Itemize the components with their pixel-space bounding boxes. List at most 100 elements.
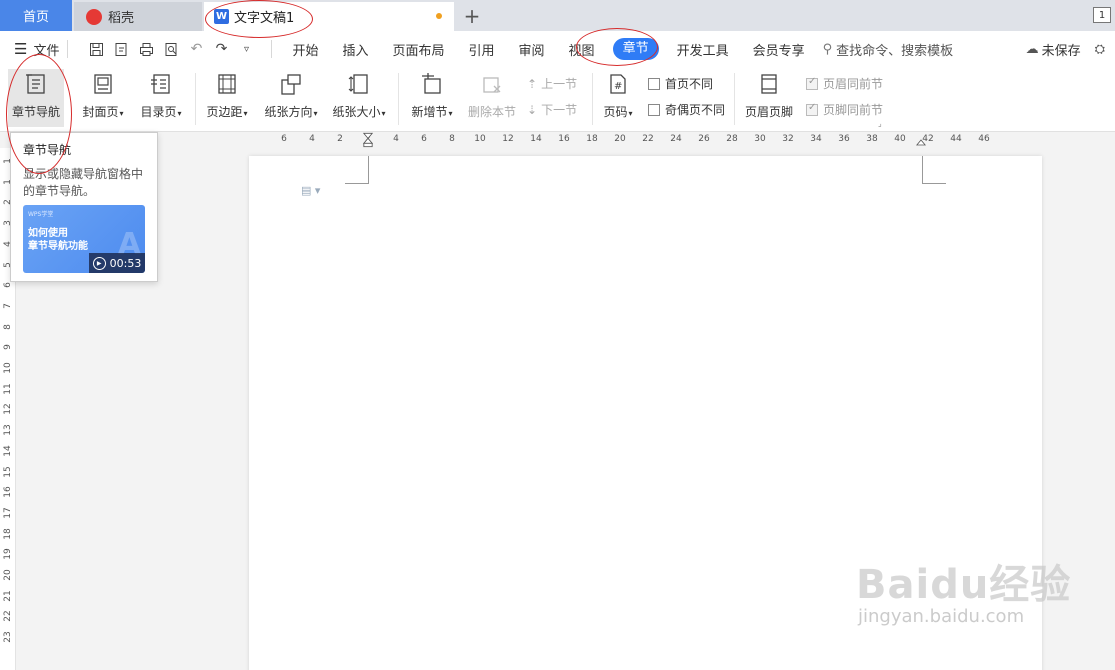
chevron-down-icon: ▾ bbox=[381, 109, 386, 118]
chapter-nav-tooltip: 章节导航 显示或隐藏导航窗格中的章节导航。 WPS学堂 如何使用 章节导航功能 … bbox=[10, 132, 158, 282]
file-menu-button[interactable]: ☰ 文件 bbox=[14, 40, 59, 59]
cover-page-button[interactable]: 封面页▾ bbox=[78, 69, 128, 127]
page-number-button[interactable]: # 页码▾ bbox=[598, 69, 638, 127]
cover-page-icon bbox=[90, 71, 116, 97]
ruler-tick-label: 19 bbox=[3, 548, 13, 561]
save-icon[interactable] bbox=[88, 41, 104, 57]
checkbox-box bbox=[806, 76, 818, 90]
header-footer-label: 页眉页脚 bbox=[744, 105, 793, 119]
divider bbox=[398, 73, 399, 125]
delete-section-button[interactable]: 删除本节 bbox=[464, 69, 520, 127]
right-indent-marker[interactable] bbox=[916, 132, 926, 148]
tab-references[interactable]: 引用 bbox=[457, 40, 507, 59]
tab-home[interactable]: 首页 bbox=[0, 0, 72, 31]
daoke-logo-icon bbox=[86, 8, 102, 25]
add-tab-button[interactable]: + bbox=[460, 4, 484, 28]
ruler-tick-label: 2 bbox=[337, 134, 343, 144]
header-footer-icon bbox=[756, 71, 782, 97]
checkbox-box bbox=[806, 102, 818, 116]
undo-icon[interactable]: ↶ bbox=[188, 41, 204, 57]
ruler-tick-label: 40 bbox=[894, 134, 906, 144]
chevron-down-icon: ▾ bbox=[119, 109, 124, 118]
new-section-button[interactable]: 新增节▾ bbox=[406, 69, 458, 127]
window-count-indicator[interactable]: 1 bbox=[1093, 7, 1111, 23]
first-line-indent-marker[interactable] bbox=[363, 132, 373, 148]
ruler-tick-label: 14 bbox=[530, 134, 542, 144]
prev-section-icon: ⇡ bbox=[527, 76, 538, 91]
print-icon[interactable] bbox=[138, 41, 154, 57]
cloud-save-status[interactable]: ☁ 未保存 bbox=[1026, 40, 1081, 59]
ruler-tick-label: 26 bbox=[698, 134, 710, 144]
tab-insert[interactable]: 插入 bbox=[330, 40, 380, 59]
ruler-tick-label: 23 bbox=[3, 631, 13, 643]
margins-label: 页边距 bbox=[206, 105, 243, 119]
cloud-icon: ☁ bbox=[1025, 41, 1039, 57]
search-placeholder: 查找命令、搜索模板 bbox=[836, 43, 954, 59]
customize-toolbar-icon[interactable]: ▿ bbox=[238, 41, 254, 57]
chapter-nav-icon bbox=[23, 71, 49, 97]
ruler-tick-label: 46 bbox=[978, 134, 990, 144]
ruler-tick-label: 10 bbox=[3, 362, 13, 374]
tab-member[interactable]: 会员专享 bbox=[741, 40, 817, 59]
ruler-tick-label: 22 bbox=[3, 610, 13, 623]
ruler-tick-label: 22 bbox=[642, 134, 654, 144]
dialog-launcher-icon[interactable]: ⌟ bbox=[878, 119, 882, 128]
paper-size-button[interactable]: 纸张大小▾ bbox=[328, 69, 390, 127]
svg-text:#: # bbox=[614, 81, 622, 92]
header-same-as-prev-checkbox[interactable]: 页眉同前节 bbox=[806, 75, 883, 92]
toc-page-button[interactable]: 目录页▾ bbox=[136, 69, 186, 127]
search-icon: ⚲ bbox=[822, 41, 833, 57]
tab-chapter[interactable]: 章节 bbox=[612, 38, 659, 60]
share-icon[interactable]: ⛭ bbox=[1095, 42, 1105, 57]
chevron-down-icon: ▾ bbox=[628, 109, 633, 118]
tab-page-layout[interactable]: 页面布局 bbox=[381, 40, 457, 59]
tutorial-video-thumbnail[interactable]: WPS学堂 如何使用 章节导航功能 A ▶ 00:53 bbox=[23, 205, 145, 273]
export-pdf-icon[interactable] bbox=[113, 41, 129, 57]
command-search[interactable]: ⚲ 查找命令、搜索模板 bbox=[823, 40, 954, 59]
tooltip-title: 章节导航 bbox=[23, 143, 72, 157]
first-page-diff-checkbox[interactable]: 首页不同 bbox=[648, 75, 713, 92]
crop-mark-top-left bbox=[345, 156, 369, 184]
ruler-tick-label: 30 bbox=[754, 134, 766, 144]
ruler-tick-label: 12 bbox=[3, 403, 13, 416]
checkbox-box bbox=[648, 103, 660, 116]
menu-tabs: 开始 插入 页面布局 引用 审阅 视图 章节 开发工具 会员专享 bbox=[280, 38, 816, 60]
tab-document[interactable]: W 文字文稿1 bbox=[204, 2, 454, 31]
footer-same-as-prev-checkbox[interactable]: 页脚同前节 bbox=[806, 101, 883, 118]
menu-bar: ☰ 文件 ↶ ↷ ▿ 开始 插入 页面布局 引用 审阅 视图 章节 开发工具 会… bbox=[0, 31, 1115, 67]
chevron-down-icon: ▾ bbox=[243, 109, 248, 118]
redo-icon[interactable]: ↷ bbox=[213, 41, 229, 57]
chapter-nav-button[interactable]: 章节导航 bbox=[8, 69, 64, 127]
tab-start[interactable]: 开始 bbox=[280, 40, 330, 59]
next-section-button[interactable]: ⇣ 下一节 bbox=[527, 101, 577, 118]
prev-section-label: 上一节 bbox=[541, 77, 578, 91]
paragraph-options-icon[interactable]: ▤ ▾ bbox=[301, 184, 320, 197]
tab-view[interactable]: 视图 bbox=[557, 40, 607, 59]
tab-daoke[interactable]: 稻壳 bbox=[74, 2, 202, 31]
ribbon-chapter: 章节导航 封面页▾ 目录页▾ 页边距▾ 纸张方向▾ 纸张大小▾ 新增节▾ 删除本… bbox=[0, 67, 1115, 132]
crop-mark-top-right bbox=[922, 156, 946, 184]
hamburger-icon: ☰ bbox=[14, 40, 28, 58]
right-tools: ☁ 未保存 ⛭ bbox=[1026, 31, 1105, 67]
file-menu-label: 文件 bbox=[33, 43, 60, 59]
window-count-label: 1 bbox=[1098, 9, 1106, 21]
prev-section-button[interactable]: ⇡ 上一节 bbox=[527, 75, 577, 92]
ruler-tick-label: 4 bbox=[309, 134, 315, 144]
tab-review[interactable]: 审阅 bbox=[507, 40, 557, 59]
ruler-tick-label: 32 bbox=[782, 134, 794, 144]
header-footer-button[interactable]: 页眉页脚 bbox=[740, 69, 798, 127]
ruler-tick-label: 6 bbox=[421, 134, 427, 144]
video-title-line2: 章节导航功能 bbox=[28, 241, 88, 252]
print-preview-icon[interactable] bbox=[163, 41, 179, 57]
divider bbox=[271, 40, 273, 58]
tab-developer[interactable]: 开发工具 bbox=[665, 40, 741, 59]
margins-button[interactable]: 页边距▾ bbox=[202, 69, 252, 127]
orientation-button[interactable]: 纸张方向▾ bbox=[260, 69, 322, 127]
watermark-main: Baidu经验 bbox=[856, 562, 1072, 608]
orientation-icon bbox=[278, 71, 304, 97]
new-section-icon bbox=[419, 71, 445, 97]
first-page-diff-label: 首页不同 bbox=[665, 77, 714, 91]
ruler-tick-label: 21 bbox=[3, 589, 13, 602]
ruler-tick-label: 14 bbox=[3, 445, 13, 457]
odd-even-diff-checkbox[interactable]: 奇偶页不同 bbox=[648, 101, 725, 118]
